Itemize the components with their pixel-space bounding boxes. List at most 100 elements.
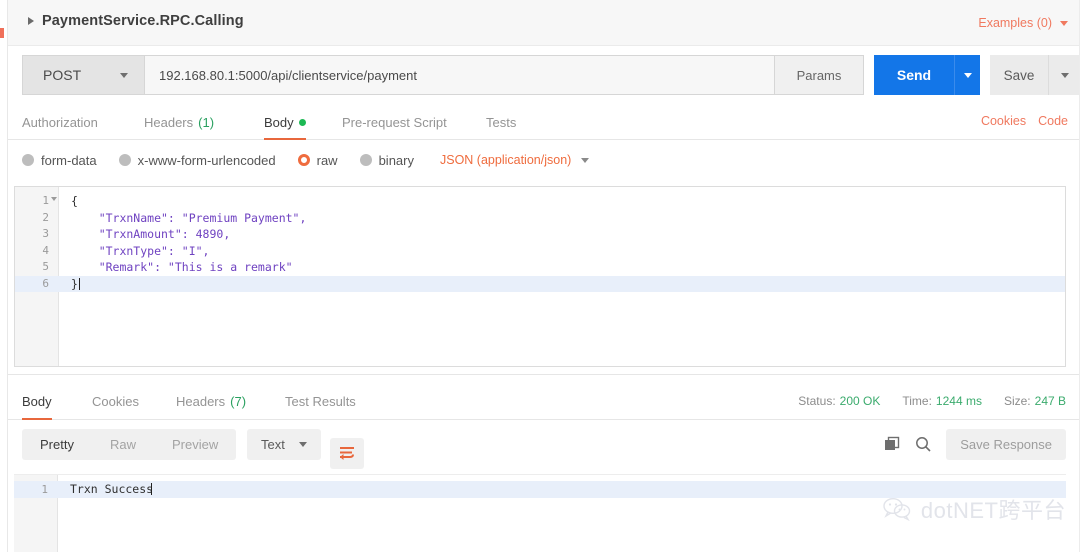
code-line: 2 "TrxnName": "Premium Payment", bbox=[15, 210, 1065, 227]
time-value: 1244 ms bbox=[936, 394, 982, 408]
tab-test-results[interactable]: Test Results bbox=[285, 382, 356, 420]
code-link[interactable]: Code bbox=[1038, 114, 1068, 128]
line-number: 5 bbox=[15, 259, 49, 276]
code-text: "TrxnName": "Premium Payment", bbox=[71, 210, 306, 227]
tab-label: Test Results bbox=[285, 394, 356, 409]
view-pretty-button[interactable]: Pretty bbox=[22, 429, 92, 460]
view-preview-button[interactable]: Preview bbox=[154, 429, 236, 460]
params-button[interactable]: Params bbox=[774, 55, 864, 95]
fold-arrow-icon[interactable] bbox=[51, 197, 57, 201]
chevron-down-icon bbox=[1061, 73, 1069, 78]
body-format-select[interactable]: JSON (application/json) bbox=[440, 153, 589, 167]
tab-response-cookies[interactable]: Cookies bbox=[92, 382, 139, 420]
radio-x-www-form-urlencoded[interactable]: x-www-form-urlencoded bbox=[119, 153, 276, 168]
code-text: "TrxnAmount": 4890, bbox=[71, 226, 230, 243]
radio-label: x-www-form-urlencoded bbox=[138, 153, 276, 168]
text-cursor bbox=[79, 278, 80, 290]
editor-lines: 1 { 2 "TrxnName": "Premium Payment", 3 "… bbox=[15, 193, 1065, 292]
examples-label: Examples (0) bbox=[978, 16, 1052, 30]
text-cursor bbox=[151, 483, 152, 495]
request-body-editor[interactable]: 1 { 2 "TrxnName": "Premium Payment", 3 "… bbox=[14, 186, 1066, 367]
radio-icon-selected bbox=[298, 154, 310, 166]
chevron-down-icon bbox=[299, 442, 307, 447]
code-line: 3 "TrxnAmount": 4890, bbox=[15, 226, 1065, 243]
radio-binary[interactable]: binary bbox=[360, 153, 414, 168]
left-gutter-strip bbox=[0, 0, 8, 552]
tab-label: Headers bbox=[176, 394, 225, 409]
tab-count: (1) bbox=[198, 115, 214, 130]
line-number: 1 bbox=[15, 193, 49, 210]
save-button[interactable]: Save bbox=[990, 55, 1048, 95]
save-options-button[interactable] bbox=[1048, 55, 1080, 95]
tab-authorization[interactable]: Authorization bbox=[22, 104, 98, 140]
tab-pre-request-script[interactable]: Pre-request Script bbox=[342, 104, 447, 140]
examples-dropdown[interactable]: Examples (0) bbox=[978, 16, 1068, 30]
time-field: Time: 1244 ms bbox=[902, 394, 982, 408]
request-title-group[interactable]: PaymentService.RPC.Calling bbox=[28, 13, 244, 29]
tab-label: Tests bbox=[486, 115, 516, 130]
code-text: { bbox=[71, 193, 78, 210]
unsaved-marker bbox=[0, 28, 4, 38]
request-url-input[interactable]: 192.168.80.1:5000/api/clientservice/paym… bbox=[144, 55, 774, 95]
radio-label: form-data bbox=[41, 153, 97, 168]
status-label: Status: bbox=[798, 394, 835, 408]
response-toolbar-right: Save Response bbox=[884, 429, 1066, 460]
chevron-down-icon bbox=[1060, 21, 1068, 26]
tab-label: Headers bbox=[144, 115, 193, 130]
word-wrap-icon[interactable] bbox=[330, 438, 364, 469]
radio-icon bbox=[22, 154, 34, 166]
copy-icon[interactable] bbox=[884, 436, 901, 453]
code-line: 4 "TrxnType": "I", bbox=[15, 243, 1065, 260]
tab-tests[interactable]: Tests bbox=[486, 104, 516, 140]
url-input-group: POST 192.168.80.1:5000/api/clientservice… bbox=[22, 55, 864, 95]
tab-label: Body bbox=[264, 115, 294, 130]
line-number: 2 bbox=[15, 210, 49, 227]
size-label: Size: bbox=[1004, 394, 1031, 408]
body-format-label: JSON (application/json) bbox=[440, 153, 571, 167]
response-format-label: Text bbox=[261, 437, 285, 452]
radio-form-data[interactable]: form-data bbox=[22, 153, 97, 168]
radio-label: raw bbox=[317, 153, 338, 168]
code-text: } bbox=[71, 276, 78, 293]
response-body-viewer[interactable]: 1 Trxn Success bbox=[14, 474, 1066, 552]
status-value: 200 OK bbox=[840, 394, 881, 408]
response-view-switch: Pretty Raw Preview bbox=[22, 429, 236, 460]
code-line: 5 "Remark": "This is a remark" bbox=[15, 259, 1065, 276]
chevron-down-icon bbox=[964, 73, 972, 78]
send-button[interactable]: Send bbox=[874, 55, 954, 95]
radio-raw[interactable]: raw bbox=[298, 153, 338, 168]
response-status-bar: Status: 200 OK Time: 1244 ms Size: 247 B bbox=[798, 394, 1066, 408]
response-format-select[interactable]: Text bbox=[247, 429, 321, 460]
request-tab-links: Cookies Code bbox=[981, 114, 1068, 128]
modified-dot-icon bbox=[299, 119, 306, 126]
response-divider bbox=[8, 374, 1080, 375]
http-method-select[interactable]: POST bbox=[22, 55, 144, 95]
line-number: 4 bbox=[15, 243, 49, 260]
search-icon[interactable] bbox=[915, 436, 932, 453]
triangle-right-icon[interactable] bbox=[28, 17, 34, 25]
size-field: Size: 247 B bbox=[1004, 394, 1066, 408]
http-method-label: POST bbox=[43, 67, 81, 83]
code-text: "TrxnType": "I", bbox=[71, 243, 209, 260]
tab-response-body[interactable]: Body bbox=[22, 382, 52, 420]
code-text: "Remark": "This is a remark" bbox=[71, 259, 293, 276]
request-tabs-bar: Authorization Headers (1) Body Pre-reque… bbox=[8, 104, 1080, 140]
radio-icon bbox=[360, 154, 372, 166]
tab-headers[interactable]: Headers (1) bbox=[144, 104, 214, 140]
chevron-down-icon bbox=[581, 158, 589, 163]
line-number: 6 bbox=[15, 276, 49, 293]
view-raw-button[interactable]: Raw bbox=[92, 429, 154, 460]
tab-count: (7) bbox=[230, 394, 246, 409]
save-button-group: Save bbox=[990, 55, 1080, 95]
page-title: PaymentService.RPC.Calling bbox=[42, 13, 244, 29]
size-value: 247 B bbox=[1035, 394, 1066, 408]
save-response-button[interactable]: Save Response bbox=[946, 429, 1066, 460]
tab-response-headers[interactable]: Headers (7) bbox=[176, 382, 246, 420]
send-button-group: Send bbox=[874, 55, 980, 95]
cookies-link[interactable]: Cookies bbox=[981, 114, 1026, 128]
request-header-bar: PaymentService.RPC.Calling Examples (0) bbox=[8, 0, 1080, 46]
tab-body[interactable]: Body bbox=[264, 104, 306, 140]
time-label: Time: bbox=[902, 394, 932, 408]
line-number: 1 bbox=[14, 481, 48, 498]
send-options-button[interactable] bbox=[954, 55, 980, 95]
